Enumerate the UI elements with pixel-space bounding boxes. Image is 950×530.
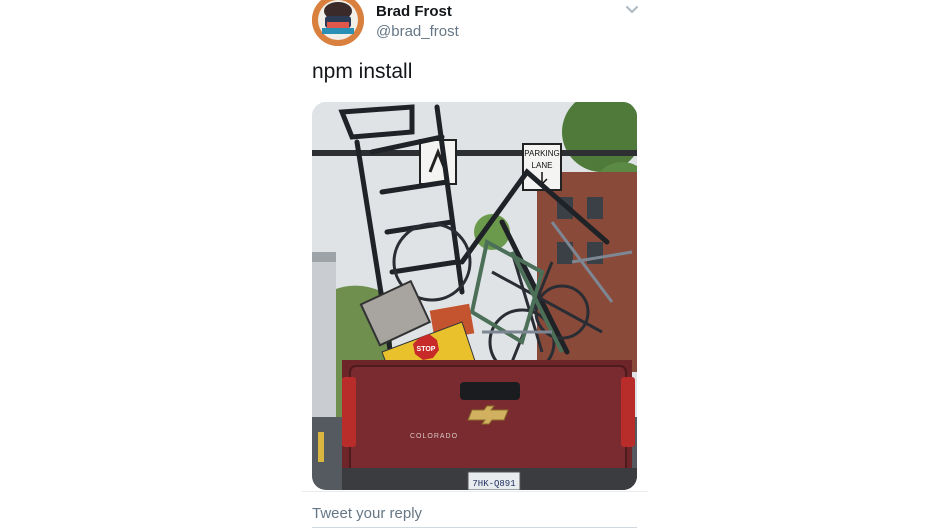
author-handle[interactable]: @brad_frost xyxy=(376,23,459,40)
chevron-down-icon[interactable] xyxy=(622,0,642,20)
tailgate-text: COLORADO xyxy=(410,433,458,440)
tweet-media-photo[interactable]: PARKING LANE STOP COLORADO 7HK-Q891 xyxy=(312,102,637,490)
avatar[interactable] xyxy=(312,0,364,46)
tweet-text: npm install xyxy=(312,60,413,83)
reply-input[interactable] xyxy=(312,502,637,524)
divider xyxy=(302,491,648,492)
stop-sign-text: STOP xyxy=(417,346,436,353)
author-display-name[interactable]: Brad Frost xyxy=(376,3,452,20)
sign-parking-line1: PARKING xyxy=(524,149,559,158)
reply-input-underline xyxy=(312,527,637,528)
tweet: Brad Frost @brad_frost npm install PARKI… xyxy=(0,0,950,530)
sign-parking-line2: LANE xyxy=(532,161,553,170)
license-plate: 7HK-Q891 xyxy=(472,479,515,489)
